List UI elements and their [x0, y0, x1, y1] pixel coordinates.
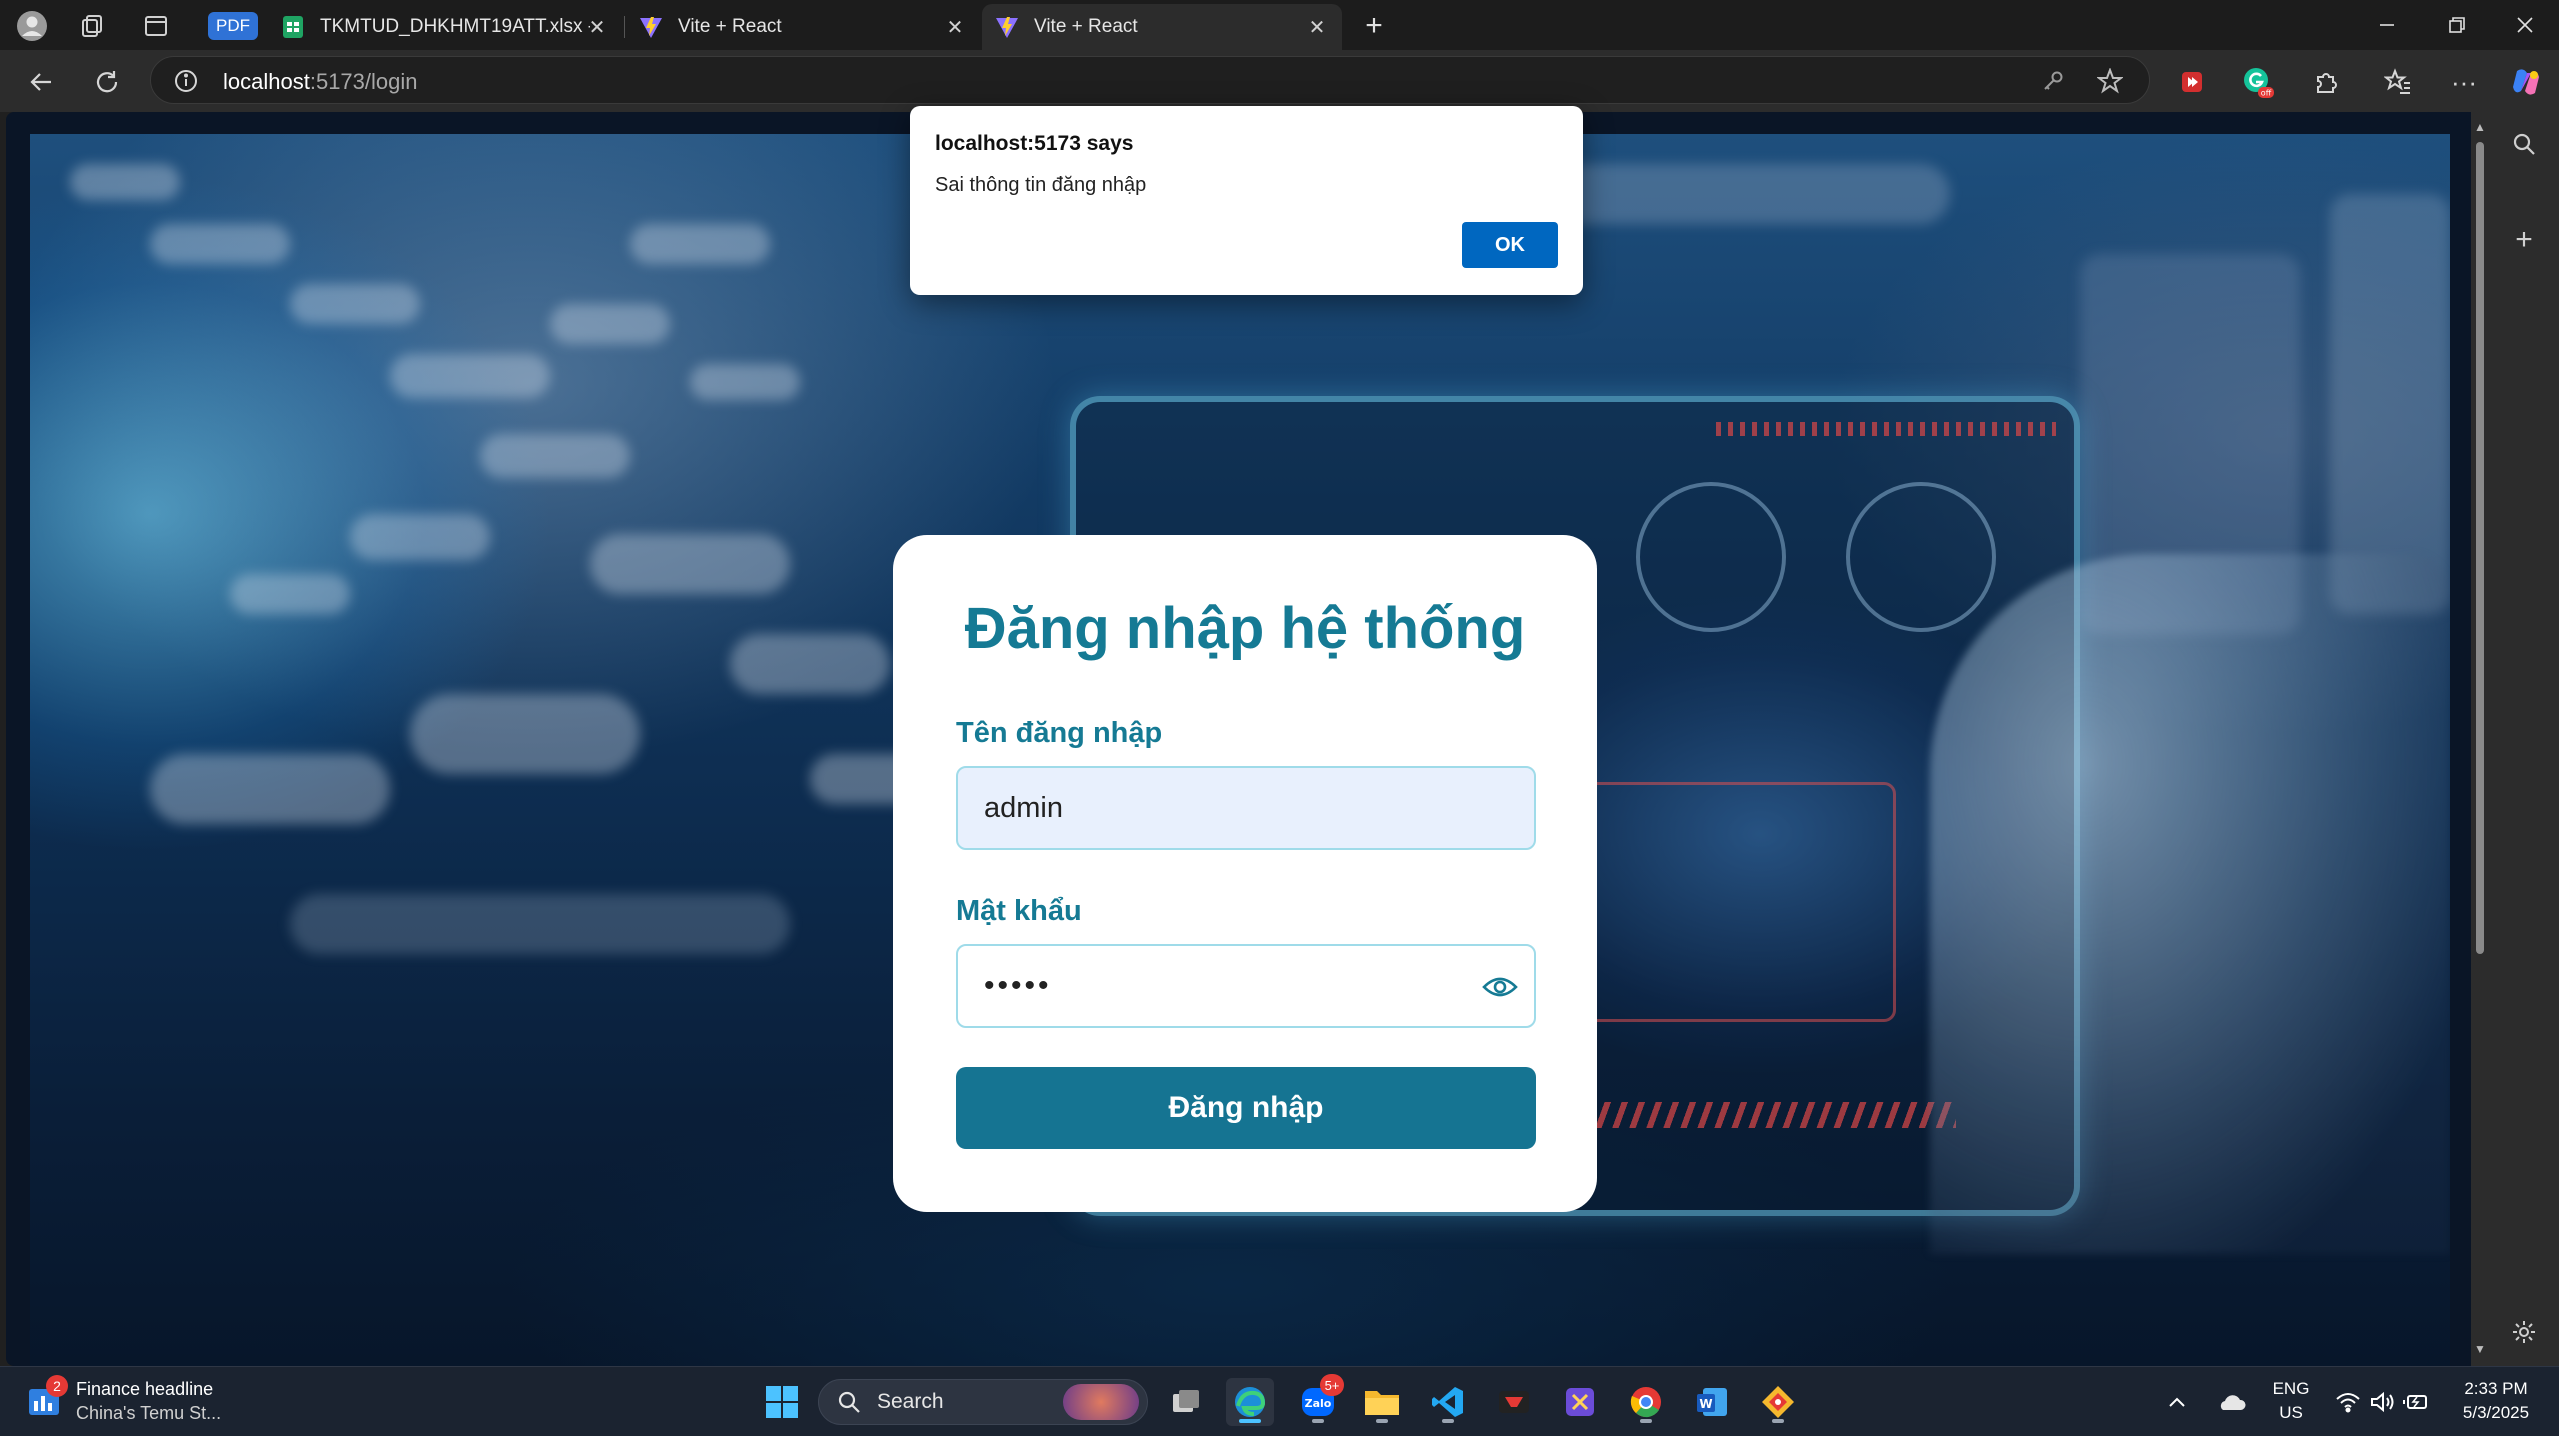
show-password-icon[interactable] [1482, 972, 1518, 1002]
alert-ok-button[interactable]: OK [1462, 222, 1558, 268]
sidebar-search-icon[interactable] [2504, 124, 2544, 164]
tab-pdf-label: PDF [216, 16, 250, 35]
page-scrollbar[interactable]: ▲ ▼ [2471, 112, 2488, 1366]
language-line1: ENG [2272, 1379, 2310, 1398]
zalo-badge: 5+ [1320, 1374, 1344, 1396]
tab-sheets[interactable]: TKMTUD_DHKHMT19ATT.xlsx - G ✕ [268, 4, 622, 50]
tab-pdf[interactable]: PDF [208, 12, 258, 40]
tab-vite-active[interactable]: Vite + React ✕ [982, 4, 1342, 50]
vite-icon [638, 14, 664, 40]
sheets-icon [280, 14, 306, 40]
sidebar-settings-icon[interactable] [2504, 1312, 2544, 1352]
extension-red-icon[interactable] [2172, 62, 2212, 102]
close-tab-icon[interactable]: ✕ [1304, 14, 1330, 40]
news-badge: 2 [46, 1375, 68, 1397]
back-button[interactable] [22, 63, 60, 101]
password-input[interactable]: ••••• [956, 944, 1536, 1028]
snipping-tool-icon[interactable] [1556, 1378, 1604, 1426]
task-view-icon[interactable] [1162, 1378, 1210, 1426]
reload-button[interactable] [88, 63, 126, 101]
vertical-tabs-icon[interactable] [138, 8, 174, 44]
tray-overflow-icon[interactable] [2160, 1378, 2194, 1426]
new-tab-button[interactable]: + [1356, 8, 1392, 44]
onedrive-icon[interactable] [2212, 1378, 2252, 1426]
alert-title: localhost:5173 says [935, 132, 1134, 155]
close-tab-icon[interactable]: ✕ [942, 14, 968, 40]
url-host: localhost [223, 69, 310, 94]
git-app-icon[interactable] [1754, 1378, 1802, 1426]
page-viewport: Đăng nhập hệ thống Tên đăng nhập admin M… [6, 112, 2482, 1366]
username-value: admin [984, 791, 1063, 824]
tab-divider [624, 16, 625, 38]
svg-text:W: W [1699, 1397, 1712, 1411]
username-label: Tên đăng nhập [956, 717, 1163, 749]
clock[interactable]: 2:33 PM 5/3/2025 [2446, 1377, 2546, 1425]
zalo-icon[interactable]: Zalo 5+ [1294, 1374, 1344, 1426]
browser-title-bar: PDF TKMTUD_DHKHMT19ATT.xlsx - G ✕ Vite +… [0, 0, 2559, 50]
url-path: :5173/login [309, 69, 418, 94]
tab-vite-1[interactable]: Vite + React ✕ [626, 4, 980, 50]
scroll-thumb[interactable] [2476, 142, 2484, 954]
login-card: Đăng nhập hệ thống Tên đăng nhập admin M… [893, 535, 1597, 1212]
close-tab-icon[interactable]: ✕ [584, 14, 610, 40]
wifi-icon[interactable] [2330, 1378, 2366, 1426]
news-widget[interactable]: 2 Finance headline China's Temu St... [26, 1375, 221, 1424]
favorites-icon[interactable] [2378, 62, 2418, 102]
tab-vite-1-title: Vite + React [678, 16, 782, 37]
news-subtitle: China's Temu St... [76, 1403, 222, 1423]
scroll-down-icon[interactable]: ▼ [2474, 1342, 2486, 1356]
tab-vite-active-title: Vite + React [1034, 16, 1138, 37]
browser-toolbar: localhost:5173/login off ··· [0, 50, 2559, 112]
edge-taskbar-icon[interactable] [1226, 1378, 1274, 1426]
clock-time: 2:33 PM [2464, 1379, 2528, 1398]
url-text: localhost:5173/login [223, 69, 418, 95]
extensions-puzzle-icon[interactable] [2306, 62, 2346, 102]
vite-icon [994, 14, 1020, 40]
volume-icon[interactable] [2364, 1378, 2400, 1426]
search-placeholder: Search [877, 1390, 944, 1413]
login-title: Đăng nhập hệ thống [964, 596, 1526, 661]
alert-message: Sai thông tin đăng nhập [935, 174, 1147, 196]
taskbar-search[interactable]: Search [818, 1379, 1148, 1425]
start-button[interactable] [758, 1378, 806, 1426]
vscode-icon[interactable] [1424, 1378, 1472, 1426]
chrome-icon[interactable] [1622, 1378, 1670, 1426]
favorite-star-icon[interactable] [2095, 66, 2125, 96]
tab-sheets-title: TKMTUD_DHKHMT19ATT.xlsx - G [320, 16, 590, 37]
password-value: ••••• [984, 969, 1052, 1002]
site-info-icon[interactable] [173, 68, 199, 99]
edge-sidebar: + [2488, 112, 2559, 1366]
clock-date: 5/3/2025 [2462, 1403, 2530, 1422]
new-tab-label: + [1365, 9, 1383, 42]
restore-button[interactable] [2422, 0, 2492, 50]
minimize-button[interactable] [2352, 0, 2422, 50]
windows-taskbar: 2 Finance headline China's Temu St... Se… [0, 1366, 2559, 1436]
scroll-up-icon[interactable]: ▲ [2474, 120, 2486, 134]
profile-icon[interactable] [14, 8, 50, 44]
password-key-icon[interactable] [2038, 66, 2068, 96]
workspaces-icon[interactable] [74, 8, 110, 44]
word-icon[interactable]: W [1688, 1378, 1736, 1426]
username-input[interactable]: admin [956, 766, 1536, 850]
grammar-extension-icon[interactable]: off [2238, 62, 2278, 102]
language-indicator[interactable]: ENG US [2268, 1377, 2314, 1425]
hand-illustration [1930, 554, 2450, 1254]
gaming-app-icon[interactable] [1490, 1378, 1538, 1426]
password-label: Mật khẩu [956, 895, 1082, 927]
language-line2: US [2279, 1403, 2303, 1422]
battery-icon[interactable] [2398, 1378, 2434, 1426]
login-button[interactable]: Đăng nhập [956, 1067, 1536, 1149]
address-bar[interactable]: localhost:5173/login [150, 56, 2150, 104]
copilot-icon[interactable] [2506, 62, 2546, 102]
more-menu-icon[interactable]: ··· [2444, 62, 2484, 102]
svg-text:Zalo: Zalo [1305, 1397, 1332, 1410]
search-icon [837, 1390, 861, 1420]
search-highlight-image [1063, 1384, 1139, 1420]
news-headline: Finance headline [76, 1379, 214, 1399]
alert-dialog: localhost:5173 says Sai thông tin đăng n… [910, 106, 1583, 295]
sidebar-add-icon[interactable]: + [2504, 220, 2544, 260]
file-explorer-icon[interactable] [1358, 1378, 1406, 1426]
close-window-button[interactable] [2490, 0, 2559, 50]
svg-text:off: off [2261, 89, 2272, 98]
